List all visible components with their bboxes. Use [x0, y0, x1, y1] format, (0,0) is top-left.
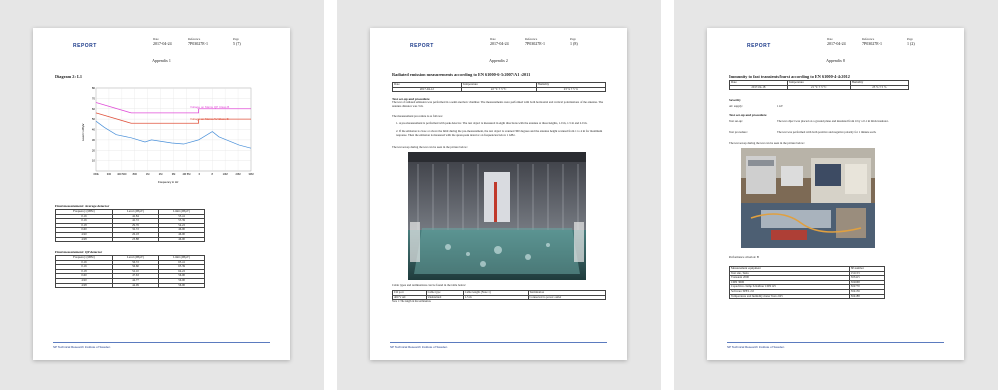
report-page-3: REPORT Date 2017-04-24 Reference 7P03027…: [707, 28, 964, 360]
x-tick-label: 8: [212, 172, 214, 176]
conditions-table: Date Temperature Humidity 2017-04-12 22 …: [392, 82, 607, 93]
qp-table: Frequency (MHz) Level (dBµV) Limit (dBµV…: [55, 255, 205, 289]
report-page-1: REPORT Date 2017-04-24 Reference 7P03027…: [33, 28, 290, 360]
procedure-label: Test procedure:: [729, 130, 748, 134]
y-tick-label: 50: [92, 117, 96, 121]
report-logo: REPORT: [747, 43, 771, 49]
setup-title: Test set-up and procedure: [729, 113, 767, 117]
appendix-label: Appendix 1: [152, 58, 171, 63]
table-row: 4.98 23.88 46.00: [55, 236, 205, 243]
table-row: 400 V AC Unshielded 1.5 m Connected to p…: [392, 294, 607, 301]
conditions-table: Date Temperature Humidity 2017-04-18 21 …: [729, 80, 910, 91]
y-axis-label: Level in dBµV: [81, 124, 85, 141]
report-page-2: REPORT Date 2017-04-24 Reference 7P03027…: [370, 28, 627, 360]
setup-text: The test of radiated emission was perfor…: [392, 100, 604, 108]
x-axis-label: Frequency in Hz: [158, 180, 179, 184]
procedure-intro: The measurement procedure is as follows:: [392, 114, 443, 118]
y-tick-label: 70: [92, 96, 96, 100]
legend-av: Voltage on Mains AV Class B: [190, 117, 229, 121]
y-tick-label: 60: [92, 107, 96, 111]
severity-label: AC supply:: [729, 104, 743, 108]
page-footer: SP Technical Research Institute of Swede…: [390, 342, 607, 349]
page-number: 5 (7): [233, 41, 241, 46]
procedure-text: The test was performed with both positiv…: [777, 130, 877, 134]
x-tick-label: 400 500: [117, 172, 127, 176]
page-number: 1 (8): [570, 41, 578, 46]
y-tick-label: 20: [92, 148, 96, 152]
report-logo: REPORT: [410, 43, 434, 49]
page-footer: SP Technical Research Institute of Swede…: [53, 342, 270, 349]
cables-table: I/O port Cable type Cable length (Note 1…: [392, 290, 607, 301]
table-row: 2017-04-12 22 °C ± 3 °C 23 % ± 5 %: [392, 86, 607, 93]
avg-table: Frequency (MHz) Level (dBµV) Limit (dBµV…: [55, 209, 205, 243]
y-tick-label: 40: [92, 128, 96, 132]
report-logo: REPORT: [73, 43, 97, 49]
severity-value: 1 kV: [777, 104, 783, 108]
test-setup-photo: [741, 148, 875, 248]
photo-caption: The test set-up during the test can be s…: [392, 145, 468, 149]
qp-table-title: Final measurement: QP detector: [55, 250, 103, 254]
y-tick-label: 30: [92, 138, 96, 142]
thumbnail-panel-1[interactable]: REPORT Date 2017-04-24 Reference 7P03027…: [0, 0, 324, 390]
y-tick-label: 80: [92, 86, 96, 90]
x-tick-label: 1M: [146, 172, 150, 176]
reference-value: 7P03027E-1: [525, 41, 545, 46]
equipment-table: Measurement equipment SP number Test sit…: [729, 266, 886, 300]
x-tick-label: 6: [199, 172, 201, 176]
emission-chart: 80 70 60 50 40 30 20 10 150k 300 400 500 800 1M 2M 3M…: [81, 86, 254, 184]
legend-qp: Voltage on Mains QP Class B: [190, 105, 229, 109]
appendix-label: Appendix 2: [489, 58, 508, 63]
x-tick-label: 3M: [172, 172, 176, 176]
reference-value: 7P03027E-1: [188, 41, 208, 46]
page-header: REPORT Date 2017-04-24 Reference 7P03027…: [33, 36, 290, 58]
x-tick-label: 300: [107, 172, 112, 176]
x-tick-label: 30M: [248, 172, 253, 176]
cables-note: Note 1: The length in the termination.: [392, 300, 432, 303]
performance-criterion: Performance criterion: B: [729, 255, 759, 259]
x-tick-label: 20M: [236, 172, 241, 176]
procedure-step-2: 2. If the emission is close or above the…: [396, 129, 603, 137]
table-row: Temperature and humidity meter Testo 625…: [729, 293, 886, 300]
setup-label: Test set-up:: [729, 119, 743, 123]
page-footer: SP Technical Research Institute of Swede…: [727, 342, 944, 349]
thumbnail-panel-3[interactable]: REPORT Date 2017-04-24 Reference 7P03027…: [674, 0, 998, 390]
date-value: 2017-04-24: [153, 41, 172, 46]
appendix-label: Appendix 8: [826, 58, 845, 63]
cables-intro: Cable types and terminations can be foun…: [392, 283, 467, 287]
y-tick-label: 10: [92, 159, 96, 163]
test-chamber-photo: [408, 152, 586, 280]
procedure-step-1: 1. A pre-measurement is performed with p…: [396, 121, 588, 125]
x-tick-label: 10M: [223, 172, 228, 176]
table-row: 4.98 44.09 56.00: [55, 282, 205, 289]
setup-text: The test object was placed on a ground p…: [777, 119, 889, 123]
x-tick-label: 800: [133, 172, 138, 176]
page-header: REPORT Date 2017-04-24 Reference 7P03027…: [707, 36, 964, 58]
x-tick-label: 4M 5M: [182, 172, 190, 176]
section-title: Radiated emission measurements according…: [392, 72, 531, 77]
section-title: Immunity to fast transients/burst accord…: [729, 74, 850, 79]
diagram-title: Diagram 2: L1: [55, 74, 82, 79]
x-tick-label: 2M: [159, 172, 163, 176]
date-value: 2017-04-24: [490, 41, 509, 46]
severity-title: Severity: [729, 98, 741, 102]
photo-caption: The test set-up during the test can be s…: [729, 141, 805, 145]
table-row: 2017-04-18 21 °C ± 3 °C 23 % ± 5 %: [729, 84, 910, 91]
page-number: 1 (2): [907, 41, 915, 46]
thumbnail-panel-2[interactable]: REPORT Date 2017-04-24 Reference 7P03027…: [337, 0, 661, 390]
page-header: REPORT Date 2017-04-24 Reference 7P03027…: [370, 36, 627, 58]
date-value: 2017-04-24: [827, 41, 846, 46]
avg-table-title: Final measurement: Average detector: [55, 204, 110, 208]
x-tick-label: 150k: [93, 172, 99, 176]
reference-value: 7P03027E-1: [862, 41, 882, 46]
